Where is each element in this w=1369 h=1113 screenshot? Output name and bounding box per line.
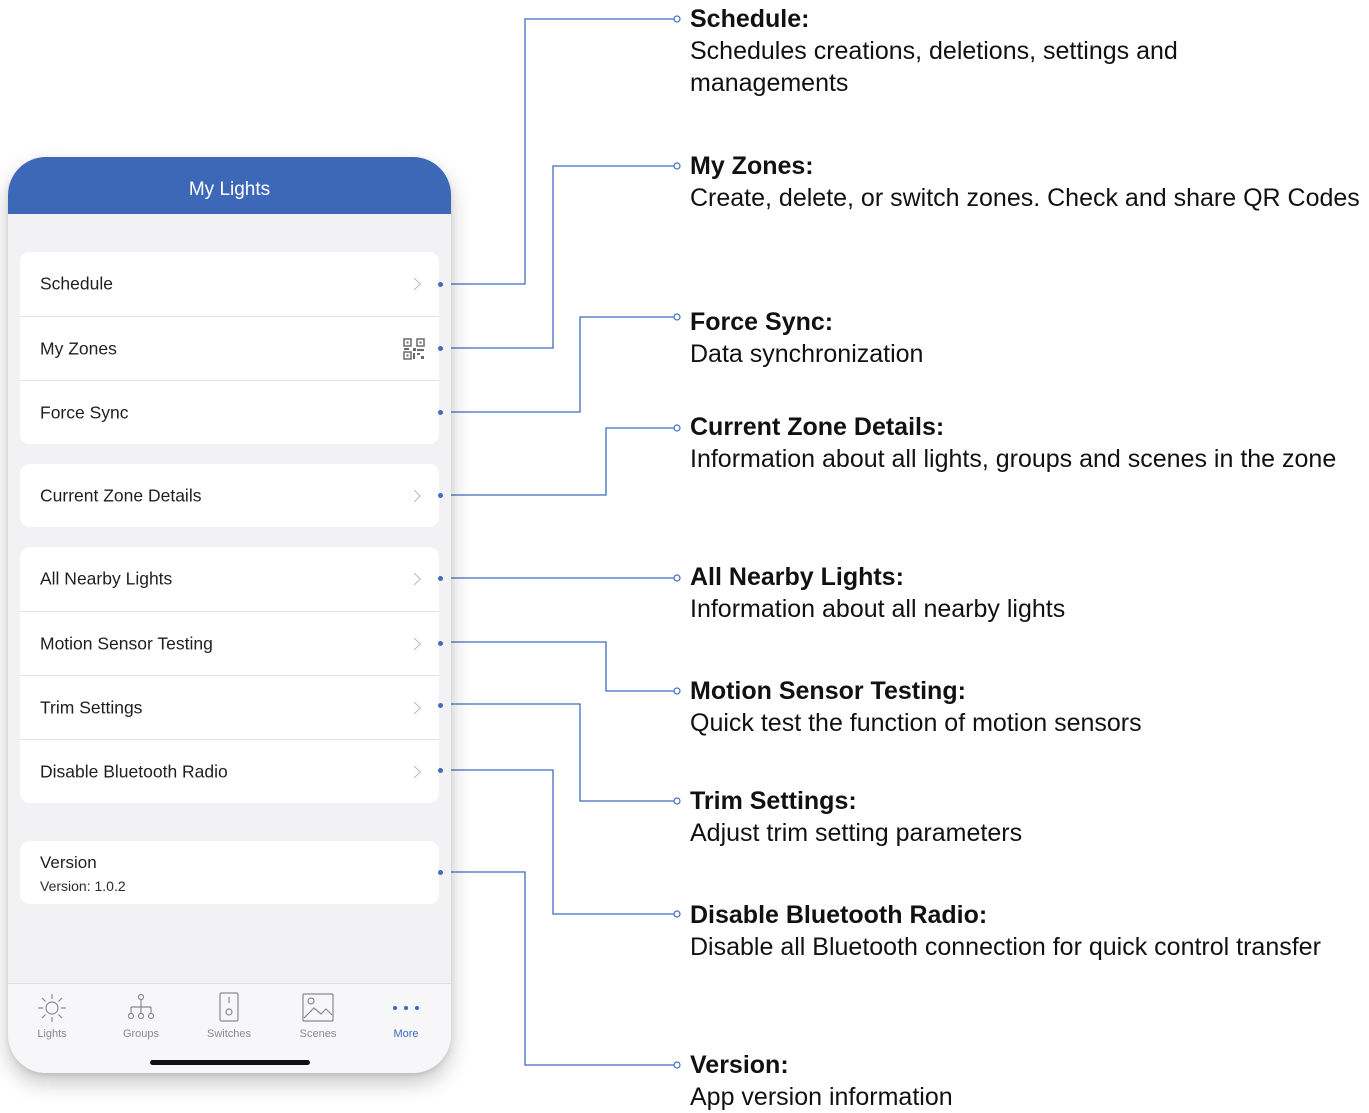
more-dots-icon — [393, 1006, 419, 1010]
annotation-desc: Adjust trim setting parameters — [690, 819, 1023, 847]
annotation-desc: Disable all Bluetooth connection for qui… — [690, 933, 1321, 961]
connector-dot — [438, 768, 443, 773]
menu-row-my-zones[interactable]: My Zones — [20, 316, 443, 381]
chevron-right-icon — [408, 572, 421, 586]
image-icon — [302, 993, 334, 1022]
tab-groups[interactable]: Groups — [106, 992, 176, 1040]
annotation-title: All Nearby Lights: — [690, 563, 904, 591]
menu-row-motion-sensor-testing[interactable]: Motion Sensor Testing — [20, 611, 443, 676]
annotation-title: Disable Bluetooth Radio: — [690, 901, 988, 929]
annotation-all-nearby-lights: All Nearby Lights: Information about all… — [690, 561, 1365, 625]
annotation-title: Force Sync: — [690, 308, 834, 336]
connector-dot — [438, 410, 443, 415]
leader-end-trim-settings — [673, 797, 681, 805]
sun-icon — [38, 994, 66, 1022]
annotation-desc: Schedules creations, deletions, settings… — [690, 37, 1178, 97]
menu-row-label: Motion Sensor Testing — [40, 633, 213, 654]
tab-lights[interactable]: Lights — [17, 992, 87, 1040]
chevron-right-icon — [408, 277, 421, 291]
leader-end-nearby-lights — [673, 574, 681, 582]
qr-code-icon[interactable] — [403, 338, 425, 360]
tab-switches[interactable]: Switches — [194, 992, 264, 1040]
menu-row-label: Force Sync — [40, 402, 129, 423]
leader-current-zone — [432, 427, 674, 496]
annotation-title: Schedule: — [690, 5, 810, 33]
annotation-title: Motion Sensor Testing: — [690, 677, 966, 705]
annotation-current-zone-details: Current Zone Details: Information about … — [690, 411, 1365, 475]
phone-screen: My Lights Schedule My Zones Force Sync C… — [8, 157, 451, 1073]
annotation-title: Current Zone Details: — [690, 413, 945, 441]
connector-dot — [438, 282, 443, 287]
annotation-desc: Information about all lights, groups and… — [690, 445, 1337, 473]
menu-row-label: All Nearby Lights — [40, 568, 173, 589]
navigation-bar: My Lights — [8, 157, 451, 214]
leader-motion-sensor — [432, 641, 674, 692]
connector-dot — [438, 576, 443, 581]
annotation-trim-settings: Trim Settings: Adjust trim setting param… — [690, 785, 1365, 849]
switch-icon — [219, 992, 239, 1022]
leader-end-force-sync — [673, 313, 681, 321]
annotation-my-zones: My Zones: Create, delete, or switch zone… — [690, 150, 1365, 214]
version-card: Version Version: 1.0.2 — [20, 841, 443, 904]
menu-card-tools: All Nearby Lights Motion Sensor Testing … — [20, 547, 443, 804]
annotation-desc: Information about all nearby lights — [690, 595, 1066, 623]
tab-label: Scenes — [299, 1028, 337, 1040]
annotation-desc: App version information — [690, 1083, 953, 1111]
chevron-right-icon — [408, 701, 421, 715]
menu-row-label: Current Zone Details — [40, 485, 202, 505]
leader-end-motion-sensor — [673, 687, 681, 695]
menu-row-label: Trim Settings — [40, 697, 143, 718]
leader-end-schedule — [673, 15, 681, 23]
connector-dot — [438, 641, 443, 646]
annotation-schedule: Schedule: Schedules creations, deletions… — [690, 3, 1365, 99]
menu-card-primary: Schedule My Zones Force Sync — [20, 252, 443, 445]
version-title: Version — [40, 853, 97, 872]
connector-dot — [438, 703, 443, 708]
tab-label: Groups — [122, 1028, 160, 1040]
leader-my-zones — [432, 165, 674, 349]
version-value: Version: 1.0.2 — [40, 878, 126, 894]
tab-label: Lights — [37, 1028, 67, 1040]
leader-end-version — [673, 1061, 681, 1069]
tab-scenes[interactable]: Scenes — [283, 992, 353, 1040]
menu-row-label: My Zones — [40, 338, 117, 359]
connector-dot — [438, 870, 443, 875]
menu-row-label: Disable Bluetooth Radio — [40, 761, 228, 782]
connector-dot — [438, 346, 443, 351]
chevron-right-icon — [408, 637, 421, 651]
tab-label: Switches — [206, 1028, 252, 1040]
annotation-title: Version: — [690, 1051, 789, 1079]
leader-end-current-zone — [673, 424, 681, 432]
annotation-title: My Zones: — [690, 152, 814, 180]
tab-label: More — [393, 1028, 419, 1040]
chevron-right-icon — [408, 489, 421, 502]
tab-more[interactable]: More — [371, 992, 441, 1040]
menu-card-zone: Current Zone Details — [20, 464, 443, 527]
annotation-motion-sensor-testing: Motion Sensor Testing: Quick test the fu… — [690, 675, 1365, 739]
annotation-force-sync: Force Sync: Data synchronization — [690, 306, 1365, 370]
home-indicator — [150, 1060, 310, 1065]
menu-row-all-nearby-lights[interactable]: All Nearby Lights — [20, 547, 443, 611]
menu-row-current-zone-details[interactable]: Current Zone Details — [20, 464, 443, 527]
connector-dot — [438, 493, 443, 498]
chevron-right-icon — [408, 765, 421, 779]
annotation-desc: Create, delete, or switch zones. Check a… — [690, 184, 1360, 212]
nav-title: My Lights — [188, 179, 271, 200]
annotation-version: Version: App version information — [690, 1049, 1365, 1113]
menu-row-label: Schedule — [40, 273, 113, 294]
menu-row-schedule[interactable]: Schedule — [20, 252, 443, 316]
menu-row-disable-bluetooth-radio[interactable]: Disable Bluetooth Radio — [20, 739, 443, 804]
annotation-disable-bluetooth-radio: Disable Bluetooth Radio: Disable all Blu… — [690, 899, 1365, 963]
hierarchy-icon — [127, 993, 155, 1020]
leader-end-my-zones — [673, 162, 681, 170]
leader-bluetooth — [432, 769, 674, 915]
leader-end-bluetooth — [673, 910, 681, 918]
annotation-desc: Data synchronization — [690, 340, 924, 368]
annotation-desc: Quick test the function of motion sensor… — [690, 709, 1142, 737]
menu-row-force-sync[interactable]: Force Sync — [20, 380, 443, 445]
menu-row-trim-settings[interactable]: Trim Settings — [20, 675, 443, 740]
annotation-title: Trim Settings: — [690, 787, 857, 815]
